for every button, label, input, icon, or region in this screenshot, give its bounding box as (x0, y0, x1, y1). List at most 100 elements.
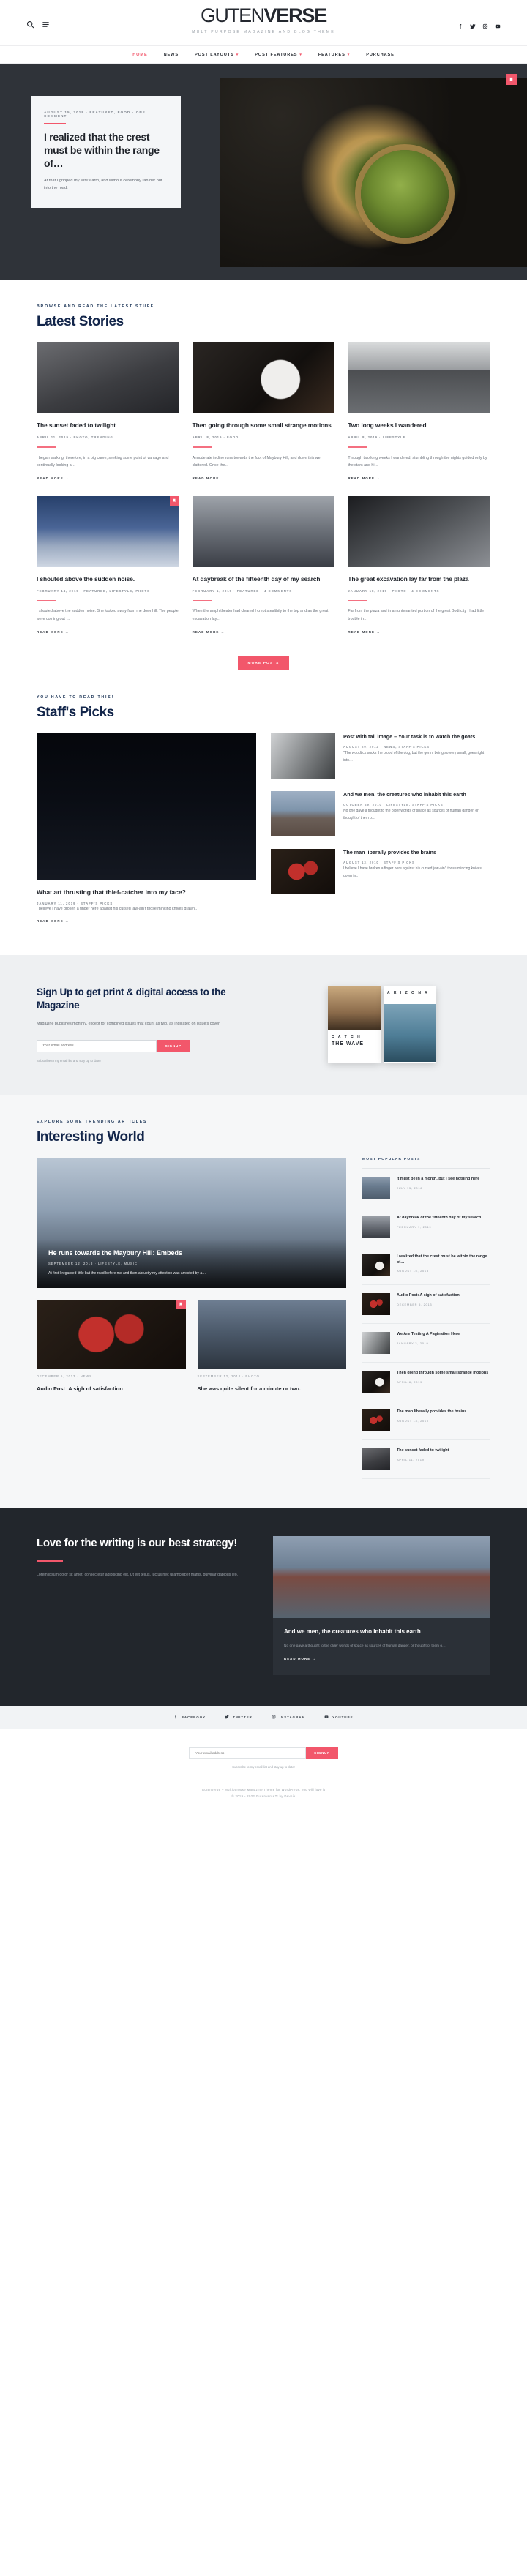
staff-main-read-more[interactable]: READ MORE → (37, 919, 70, 923)
popular-post-title[interactable]: At daybreak of the fifteenth day of my s… (397, 1216, 490, 1221)
hero-title[interactable]: I realized that the crest must be within… (44, 131, 168, 171)
popular-post-meta: AUGUST 13, 2010 (397, 1418, 429, 1423)
nav-item-news[interactable]: NEWS (164, 53, 179, 57)
search-icon[interactable] (26, 19, 34, 28)
iw-hero-post[interactable]: He runs towards the Maybury Hill: Embeds… (37, 1157, 346, 1288)
popular-post-title[interactable]: Audio Post: A sigh of satisfaction (397, 1293, 490, 1299)
article-read-more[interactable]: READ MORE → (37, 630, 70, 634)
iw-small-post[interactable]: SEPTEMBER 12, 2018 · PHOTO She was quite … (197, 1299, 347, 1392)
popular-post-title[interactable]: We Are Testing A Pagination Here (397, 1332, 490, 1338)
latest-stories-grid: The sunset faded to twilight APRIL 11, 20… (37, 342, 490, 637)
popular-post-item[interactable]: At daybreak of the fifteenth day of my s… (362, 1208, 490, 1246)
footer-youtube-link[interactable]: YOUTUBE (324, 1715, 353, 1720)
iw-hero-title[interactable]: He runs towards the Maybury Hill: Embeds (48, 1249, 334, 1257)
nav-item-home[interactable]: HOME (132, 53, 147, 57)
article-card[interactable]: Two long weeks I wandered APRIL 8, 2019 ·… (348, 342, 490, 483)
popular-post-thumbnail (362, 1370, 390, 1393)
article-read-more[interactable]: READ MORE → (193, 476, 225, 480)
article-read-more[interactable]: READ MORE → (193, 630, 225, 634)
cta-card-title[interactable]: And we men, the creatures who inhabit th… (284, 1628, 479, 1636)
popular-post-item[interactable]: We Are Testing A Pagination Here JANUARY … (362, 1324, 490, 1363)
popular-post-item[interactable]: Then going through some small strange mo… (362, 1363, 490, 1401)
iw-small-title[interactable]: Audio Post: A sigh of satisfaction (37, 1385, 186, 1392)
popular-post-item[interactable]: Audio Post: A sigh of satisfaction DECEMB… (362, 1285, 490, 1324)
staff-pick-thumbnail (271, 733, 335, 779)
bookmark-icon[interactable] (169, 495, 179, 506)
article-meta: JANUARY 18, 2019 · PHOTO · 4 COMMENTS (348, 589, 440, 594)
footer-facebook-link[interactable]: FACEBOOK (173, 1715, 206, 1720)
staff-pick-title[interactable]: And we men, the creatures who inhabit th… (343, 791, 490, 798)
article-read-more[interactable]: READ MORE → (37, 476, 70, 480)
facebook-icon[interactable] (457, 20, 463, 29)
popular-post-item[interactable]: I realized that the crest must be within… (362, 1246, 490, 1285)
iw-small-post[interactable]: DECEMBER 5, 2013 · NEWS Audio Post: A sig… (37, 1299, 186, 1392)
hamburger-icon[interactable] (42, 19, 50, 27)
cta-card-read-more[interactable]: READ MORE → (284, 1657, 316, 1660)
article-card[interactable]: At daybreak of the fifteenth day of my s… (192, 495, 335, 637)
article-card[interactable]: Then going through some small strange mo… (192, 342, 335, 483)
twitter-icon[interactable] (470, 20, 476, 29)
staff-main-excerpt: I believe I have broken a finger here ag… (37, 906, 199, 911)
article-card[interactable]: The sunset faded to twilight APRIL 11, 20… (37, 342, 179, 483)
staff-pick-item[interactable]: The man liberally provides the brains AUG… (271, 848, 490, 894)
cta-body: Lorem ipsum dolor sit amet, consectetur … (37, 1573, 239, 1578)
article-title[interactable]: Then going through some small strange mo… (193, 422, 335, 430)
iw-small-thumbnail (197, 1299, 346, 1369)
staff-pick-item[interactable]: And we men, the creatures who inhabit th… (271, 790, 490, 836)
nav-item-post-layouts[interactable]: POST LAYOUTS ▾ (195, 53, 239, 57)
popular-post-title[interactable]: I realized that the crest must be within… (397, 1254, 490, 1266)
popular-post-meta: APRIL 8, 2019 (397, 1379, 422, 1384)
cta-featured-card[interactable]: And we men, the creatures who inhabit th… (273, 1535, 490, 1675)
staff-pick-thumbnail (271, 790, 335, 836)
footer-twitter-link[interactable]: TWITTER (225, 1715, 253, 1720)
main-navigation: HOME NEWS POST LAYOUTS ▾ POST FEATURES ▾ FEATU… (0, 45, 527, 64)
bookmark-icon[interactable] (506, 74, 517, 85)
footer-instagram-link[interactable]: INSTAGRAM (272, 1715, 305, 1720)
hero-excerpt: At that I gripped my wife's arm, and wit… (44, 178, 162, 191)
article-read-more[interactable]: READ MORE → (348, 476, 381, 480)
article-read-more[interactable]: READ MORE → (348, 630, 381, 634)
cover-1-label: C A T C H (332, 1034, 362, 1039)
iw-small-title[interactable]: She was quite silent for a minute or two… (198, 1385, 347, 1392)
staff-pick-title[interactable]: The man liberally provides the brains (343, 849, 490, 856)
staff-main-post[interactable]: What art thrusting that thief-catcher in… (37, 733, 256, 926)
popular-post-thumbnail (362, 1331, 390, 1354)
footer-signup-button[interactable]: SIGNUP (306, 1747, 338, 1759)
nav-item-features[interactable]: FEATURES ▾ (318, 53, 350, 57)
popular-posts-heading: MOST POPULAR POSTS (362, 1158, 490, 1169)
article-title[interactable]: Two long weeks I wandered (348, 422, 490, 430)
magazine-signup-button[interactable]: SIGNUP (156, 1039, 190, 1052)
popular-post-item[interactable]: The sunset faded to twilight APRIL 11, 20… (362, 1440, 490, 1479)
nav-item-purchase[interactable]: PURCHASE (366, 53, 395, 57)
popular-post-title[interactable]: It must be in a month, but I see nothing… (397, 1177, 490, 1183)
nav-item-post-features[interactable]: POST FEATURES ▾ (255, 53, 302, 57)
more-posts-button[interactable]: MORE POSTS (237, 656, 290, 670)
staff-pick-thumbnail (271, 848, 335, 894)
article-title[interactable]: The great excavation lay far from the pl… (348, 575, 490, 583)
bookmark-icon[interactable] (176, 1299, 186, 1309)
popular-post-item[interactable]: It must be in a month, but I see nothing… (362, 1169, 490, 1208)
popular-post-title[interactable]: The man liberally provides the brains (397, 1409, 490, 1415)
popular-post-title[interactable]: The sunset faded to twilight (397, 1448, 490, 1454)
staff-main-title[interactable]: What art thrusting that thief-catcher in… (37, 888, 256, 896)
magazine-email-input[interactable] (37, 1039, 157, 1052)
staff-pick-meta: AUGUST 20, 2012 · NEWS, STAFF'S PICKS (343, 745, 430, 749)
article-card[interactable]: The great excavation lay far from the pl… (348, 495, 490, 637)
youtube-icon[interactable] (495, 20, 501, 29)
article-card[interactable]: I shouted above the sudden noise. FEBRUAR… (37, 495, 179, 637)
footer-note: Subscribe to my email list and stay up t… (232, 1765, 295, 1770)
staff-pick-title[interactable]: Post with tall image – Your task is to w… (343, 733, 490, 741)
popular-posts-sidebar: MOST POPULAR POSTS It must be in a month… (362, 1158, 490, 1479)
article-title[interactable]: The sunset faded to twilight (37, 422, 179, 430)
article-meta: FEBRUARY 1, 2019 · FEATURED · 4 COMMENTS (192, 589, 293, 594)
article-meta: APRIL 11, 2019 · PHOTO, TRENDING (37, 435, 113, 440)
article-title[interactable]: At daybreak of the fifteenth day of my s… (193, 575, 335, 583)
logo-bold: VERSE (264, 4, 327, 26)
popular-post-item[interactable]: The man liberally provides the brains AUG… (362, 1401, 490, 1440)
instagram-icon[interactable] (482, 20, 488, 29)
article-title[interactable]: I shouted above the sudden noise. (37, 575, 179, 583)
staff-pick-item[interactable]: Post with tall image – Your task is to w… (271, 733, 490, 779)
hero-post-card[interactable]: AUGUST 15, 2018 · FEATURED, FOOD · ONE C… (31, 96, 181, 209)
footer-email-input[interactable] (189, 1747, 307, 1759)
popular-post-title[interactable]: Then going through some small strange mo… (397, 1371, 490, 1377)
